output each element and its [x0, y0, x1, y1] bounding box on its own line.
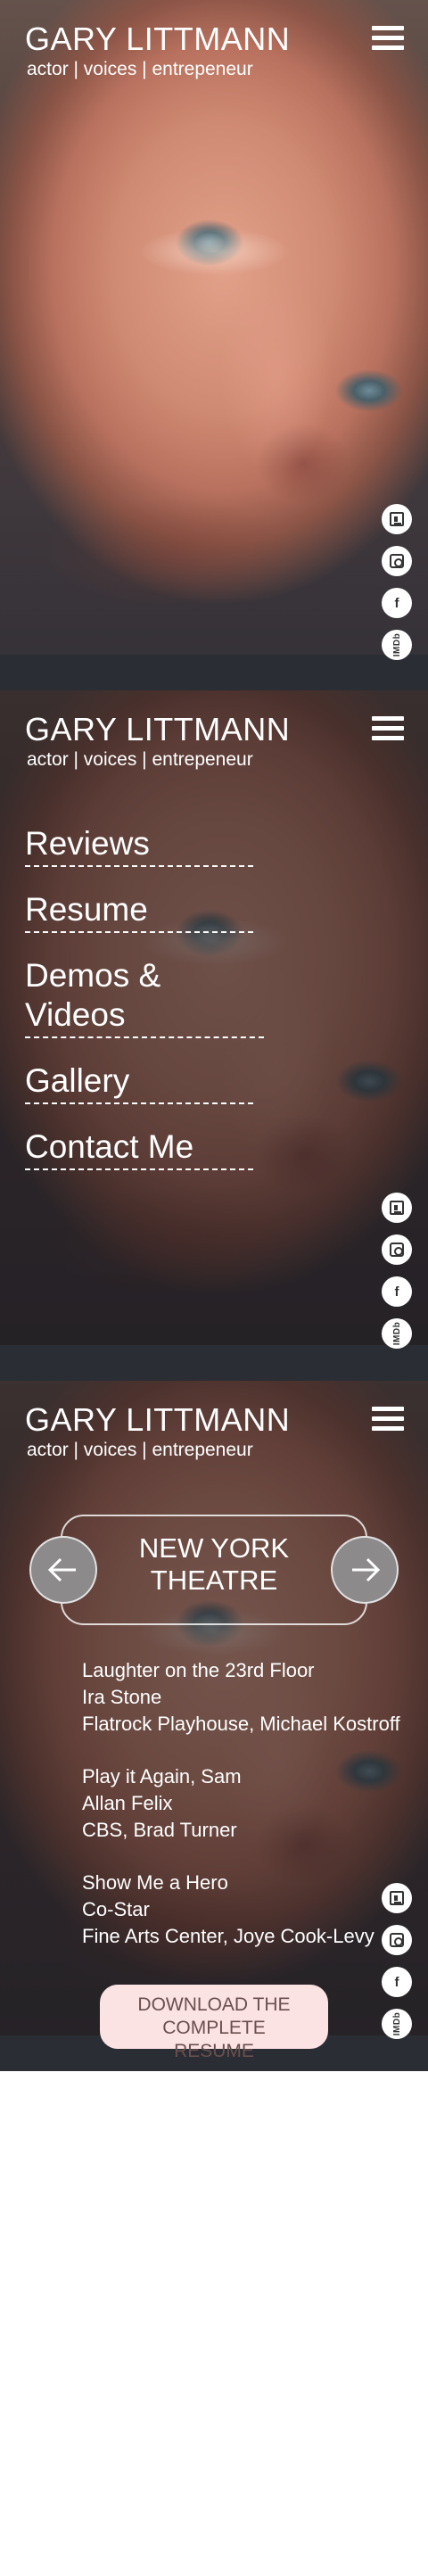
arrow-left-icon — [47, 1557, 76, 1582]
site-title: GARY LITTMANN — [25, 21, 291, 57]
imdb-icon[interactable]: IMDb — [382, 630, 412, 660]
menu-item-resume[interactable]: Resume — [25, 890, 253, 933]
navigation-panel: GARY LITTMANN actor | voices | entrepene… — [0, 690, 428, 1381]
resume-icon[interactable] — [382, 504, 412, 534]
credits-list: Laughter on the 23rd Floor Ira Stone Fla… — [82, 1657, 425, 1976]
resume-icon[interactable] — [382, 1193, 412, 1223]
instagram-icon[interactable] — [382, 1234, 412, 1265]
site-tagline: actor | voices | entrepeneur — [27, 749, 253, 770]
list-item: Play it Again, Sam Allan Felix CBS, Brad… — [82, 1763, 425, 1844]
previous-category-button[interactable] — [29, 1536, 97, 1604]
credit-venue: Fine Arts Center, Joye Cook-Levy — [82, 1925, 374, 1947]
site-tagline: actor | voices | entrepeneur — [27, 59, 253, 79]
social-links: f IMDb — [382, 1883, 414, 2051]
facebook-icon[interactable]: f — [382, 588, 412, 618]
instagram-icon[interactable] — [382, 546, 412, 576]
credit-role: Ira Stone — [82, 1686, 162, 1708]
credit-venue: CBS, Brad Turner — [82, 1819, 237, 1841]
site-title: GARY LITTMANN — [25, 711, 291, 747]
imdb-icon[interactable]: IMDb — [382, 1318, 412, 1349]
credit-role: Co-Star — [82, 1898, 150, 1920]
instagram-icon[interactable] — [382, 1925, 412, 1955]
facebook-icon[interactable]: f — [382, 1967, 412, 1997]
site-tagline: actor | voices | entrepeneur — [27, 1440, 253, 1460]
resume-category-title: NEW YORK THEATRE — [138, 1532, 290, 1596]
download-resume-button[interactable]: DOWNLOAD THE COMPLETE RESUME — [100, 1985, 328, 2061]
credit-role: Allan Felix — [82, 1792, 173, 1814]
menu-item-reviews[interactable]: Reviews — [25, 824, 253, 867]
list-item: Show Me a Hero Co-Star Fine Arts Center,… — [82, 1870, 425, 1950]
site-title: GARY LITTMANN — [25, 1401, 291, 1438]
hamburger-menu-icon[interactable] — [372, 716, 404, 743]
next-category-button[interactable] — [331, 1536, 399, 1604]
menu-item-demos-videos[interactable]: Demos & Videos — [25, 956, 264, 1038]
list-item: Laughter on the 23rd Floor Ira Stone Fla… — [82, 1657, 425, 1738]
hero-panel: GARY LITTMANN actor | voices | entrepene… — [0, 0, 428, 690]
hamburger-menu-icon[interactable] — [372, 26, 404, 53]
bottom-strip — [0, 655, 428, 690]
imdb-icon[interactable]: IMDb — [382, 2009, 412, 2039]
facebook-icon[interactable]: f — [382, 1276, 412, 1307]
credit-show: Play it Again, Sam — [82, 1765, 242, 1788]
main-menu: Reviews Resume Demos & Videos Gallery Co… — [25, 824, 264, 1193]
credit-show: Laughter on the 23rd Floor — [82, 1659, 315, 1681]
resume-panel: GARY LITTMANN actor | voices | entrepene… — [0, 1381, 428, 2071]
hamburger-menu-icon[interactable] — [372, 1407, 404, 1433]
credit-show: Show Me a Hero — [82, 1871, 228, 1894]
menu-item-contact[interactable]: Contact Me — [25, 1127, 253, 1170]
social-links: f IMDb — [382, 1193, 414, 1360]
credit-venue: Flatrock Playhouse, Michael Kostroff — [82, 1713, 400, 1735]
social-links: f IMDb — [382, 504, 414, 672]
menu-item-gallery[interactable]: Gallery — [25, 1061, 253, 1104]
bottom-strip — [0, 1345, 428, 1381]
resume-icon[interactable] — [382, 1883, 412, 1913]
arrow-right-icon — [352, 1557, 381, 1582]
